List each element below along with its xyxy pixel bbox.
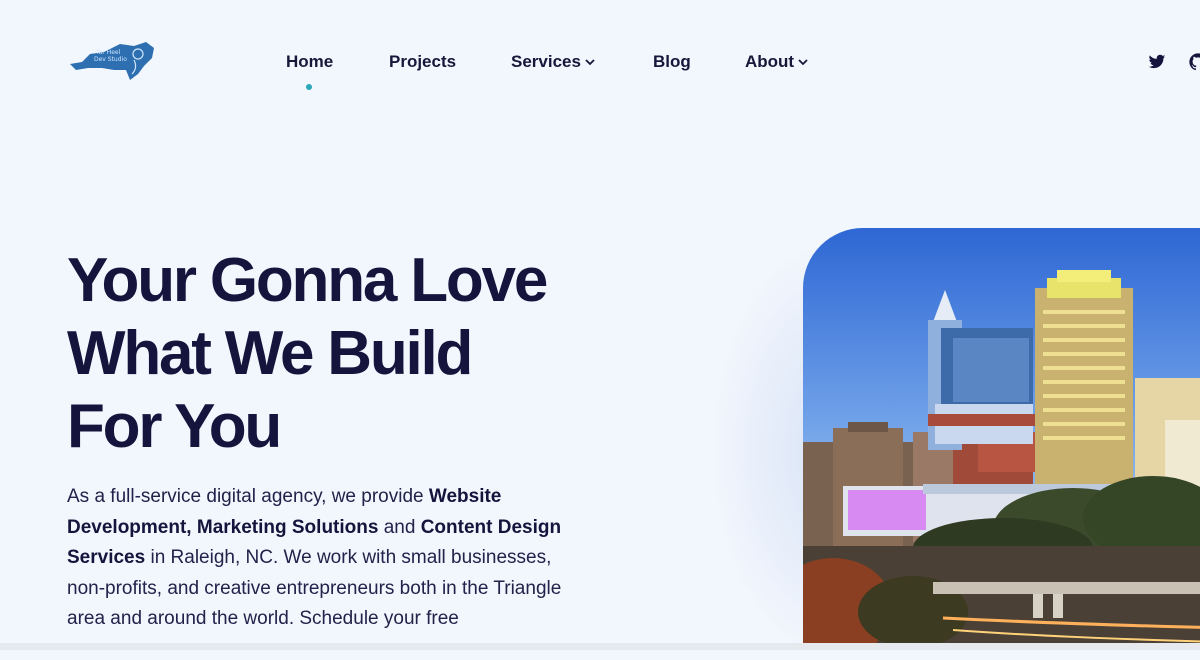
hero-photo <box>803 228 1200 648</box>
hero-title-line1: Your Gonna Love <box>67 246 548 315</box>
hero-title-line2: What We Build <box>67 319 473 388</box>
chevron-down-icon <box>798 59 808 66</box>
hero-title: Your Gonna Love What We Build For You <box>67 244 627 463</box>
bottom-scroll-edge <box>0 643 1200 650</box>
nav-about[interactable]: About <box>745 52 809 72</box>
nav-blog-label: Blog <box>653 52 691 71</box>
nav-home[interactable]: Home <box>286 52 333 72</box>
nav-about-label: About <box>745 52 795 71</box>
nav-projects[interactable]: Projects <box>389 52 456 72</box>
nav-blog[interactable]: Blog <box>653 52 691 72</box>
site-header: Tar Heel Dev Studio Home Projects Servic… <box>0 0 1200 120</box>
nav-home-label: Home <box>286 52 334 71</box>
logo-line2: Dev Studio <box>94 56 127 63</box>
nav-projects-label: Projects <box>389 52 457 71</box>
active-nav-indicator <box>306 84 312 90</box>
nav-services-label: Services <box>511 52 581 71</box>
raleigh-skyline-image <box>803 270 1200 648</box>
github-icon[interactable] <box>1189 53 1200 71</box>
chevron-down-icon <box>585 59 595 66</box>
hero-title-line3: For You <box>67 392 282 461</box>
hero-text-and: and <box>378 516 421 538</box>
logo-line1: Tar Heel <box>95 49 121 56</box>
hero-text-intro: As a full-service digital agency, we pro… <box>67 486 429 507</box>
twitter-icon[interactable] <box>1148 53 1166 71</box>
hero-description: As a full-service digital agency, we pro… <box>67 482 587 635</box>
logo[interactable]: Tar Heel Dev Studio <box>68 40 158 84</box>
nav-services[interactable]: Services <box>511 52 596 72</box>
